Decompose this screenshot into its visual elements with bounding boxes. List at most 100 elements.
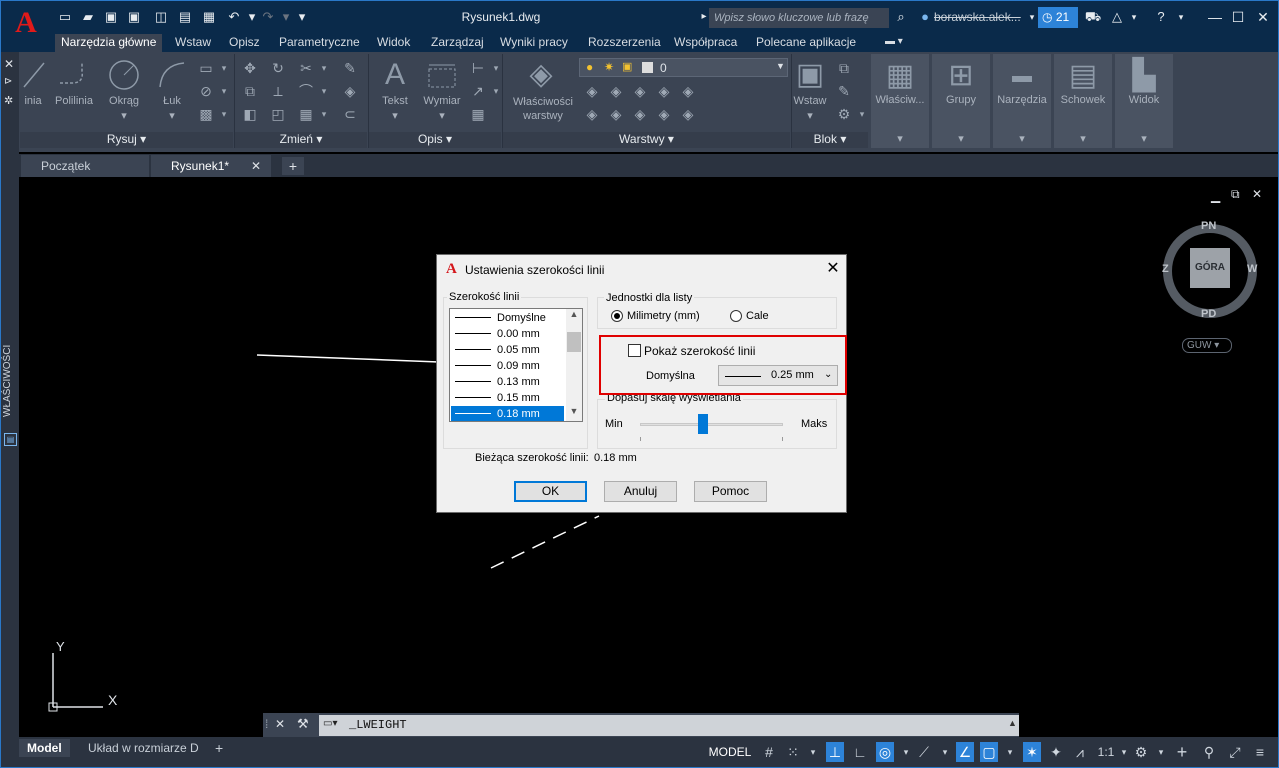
command-settings-icon[interactable]: ⚒: [297, 716, 309, 732]
properties-palette-label[interactable]: WŁAŚCIWOŚCI: [2, 331, 18, 431]
customize-quick-access-icon[interactable]: ▾: [293, 8, 311, 26]
search-input[interactable]: Wpisz słowo kluczowe lub frazę: [709, 8, 889, 28]
maximize-icon[interactable]: ☐: [1228, 7, 1248, 27]
polar-tracking-icon[interactable]: ◎: [876, 742, 894, 762]
tab-start[interactable]: Początek: [21, 155, 149, 177]
tab-opisz[interactable]: Opisz: [223, 34, 266, 52]
radio-inch-label[interactable]: Cale: [746, 310, 769, 322]
move-icon[interactable]: ✥: [241, 59, 259, 77]
cancel-button[interactable]: Anuluj: [604, 481, 677, 502]
list-item[interactable]: 0.13 mm: [451, 374, 564, 390]
text-tool-label[interactable]: Tekst: [375, 95, 415, 107]
line-tool-label[interactable]: inia: [20, 95, 46, 107]
layer-tool-10-icon[interactable]: ◈: [679, 105, 697, 123]
tab-wstaw[interactable]: Wstaw: [169, 34, 217, 52]
dimension-tool-icon[interactable]: [425, 59, 459, 91]
annotation-visibility-icon[interactable]: ✶: [1023, 742, 1041, 762]
help-icon[interactable]: ?: [1152, 8, 1170, 26]
gradient-dropdown-icon[interactable]: ▾: [215, 105, 233, 123]
list-item[interactable]: 0.09 mm: [451, 358, 564, 374]
copy-icon[interactable]: ⧉: [241, 82, 259, 100]
insert-block-icon[interactable]: ▣: [792, 57, 828, 93]
viewport-minimize-icon[interactable]: ▁: [1211, 189, 1220, 203]
scroll-thumb[interactable]: [567, 332, 581, 352]
object-snap-tracking-icon[interactable]: ∠: [956, 742, 974, 762]
leader-icon[interactable]: ↗: [469, 82, 487, 100]
attribute-icon[interactable]: ⚙: [835, 105, 853, 123]
arc-tool-icon[interactable]: [154, 57, 190, 93]
layer-dropdown[interactable]: ● ✷ ▣ 0 ▼: [579, 58, 788, 77]
radio-mm-label[interactable]: Milimetry (mm): [627, 310, 700, 322]
panel-warstwy-label[interactable]: Warstwy ▾: [503, 132, 790, 148]
ribbon-minimize-icon[interactable]: ▬ ▾: [879, 34, 909, 52]
annotation-scale-value[interactable]: 1:1: [1095, 742, 1117, 762]
close-tab-icon[interactable]: ✕: [251, 159, 265, 173]
fillet-icon[interactable]: ⌒: [297, 82, 315, 100]
close-icon[interactable]: ✕: [1253, 7, 1273, 27]
user-icon[interactable]: ●: [916, 8, 934, 26]
panel-zmien-label[interactable]: Zmień ▾: [235, 132, 367, 148]
dialog-close-icon[interactable]: ✕: [823, 259, 843, 279]
viewcube-top-face[interactable]: GÓRA: [1190, 248, 1230, 288]
layer-properties-icon[interactable]: ◈: [523, 57, 559, 93]
ucs-menu[interactable]: GUW ▾: [1182, 338, 1232, 353]
attribute-dropdown-icon[interactable]: ▾: [853, 105, 871, 123]
radio-inch[interactable]: [730, 310, 742, 322]
viewcube-south[interactable]: PD: [1201, 308, 1216, 320]
web-mobile-icon[interactable]: ◫: [152, 8, 170, 26]
command-grip-icon[interactable]: ⁞: [265, 717, 268, 731]
text-dropdown-icon[interactable]: ▾: [390, 109, 400, 122]
workspace-gear-icon[interactable]: ⚙: [1132, 742, 1150, 762]
panel-wlasciwosci-collapsed[interactable]: ▦ Właściw... ▾: [871, 54, 929, 148]
snap-icon[interactable]: ⁙: [784, 742, 802, 762]
dimension-dropdown-icon[interactable]: ▾: [437, 109, 447, 122]
polar-dropdown-icon[interactable]: ▾: [897, 742, 915, 762]
object-snap-dropdown-icon[interactable]: ▾: [1001, 742, 1019, 762]
layer-tool-3-icon[interactable]: ◈: [631, 82, 649, 100]
model-space-toggle[interactable]: MODEL: [707, 742, 753, 762]
scroll-up-icon[interactable]: ▲: [566, 309, 582, 323]
dimension-tool-label[interactable]: Wymiar: [419, 95, 465, 107]
offset-icon[interactable]: ⊂: [341, 105, 359, 123]
layer-tool-2-icon[interactable]: ◈: [607, 82, 625, 100]
panel-schowek-collapsed[interactable]: ▤ Schowek ▾: [1054, 54, 1112, 148]
circle-tool-icon[interactable]: [106, 57, 142, 93]
command-history-icon[interactable]: ▲: [1008, 718, 1017, 728]
scale-dropdown-icon[interactable]: ▾: [1115, 742, 1133, 762]
rectangle-dropdown-icon[interactable]: ▾: [215, 59, 233, 77]
gradient-icon[interactable]: ▩: [197, 105, 215, 123]
command-close-icon[interactable]: ✕: [275, 717, 285, 731]
layer-tool-4-icon[interactable]: ◈: [655, 82, 673, 100]
tab-narzedzia-glowne[interactable]: Narzędzia główne: [55, 34, 163, 52]
rotate-icon[interactable]: ↻: [269, 59, 287, 77]
help-dropdown-icon[interactable]: ▾: [1172, 8, 1190, 26]
layer-tool-9-icon[interactable]: ◈: [655, 105, 673, 123]
isodraft-icon[interactable]: ⟋: [915, 742, 933, 762]
viewport-close-icon[interactable]: ✕: [1252, 187, 1262, 201]
linear-dim-icon[interactable]: ⊢: [469, 59, 487, 77]
polyline-tool-icon[interactable]: [56, 57, 90, 93]
trim-icon[interactable]: ✂: [297, 59, 315, 77]
display-scale-slider[interactable]: [640, 423, 783, 426]
list-item[interactable]: 0.00 mm: [451, 326, 564, 342]
tab-polecane-aplikacje[interactable]: Polecane aplikacje: [750, 34, 862, 52]
radio-mm[interactable]: [611, 310, 623, 322]
arc-tool-label[interactable]: Łuk: [154, 95, 190, 107]
redo-icon[interactable]: ↷: [259, 8, 277, 26]
save-icon[interactable]: ▣: [102, 8, 120, 26]
mirror-icon[interactable]: ⟂: [269, 82, 287, 100]
snap-dropdown-icon[interactable]: ▾: [804, 742, 822, 762]
customization-icon[interactable]: ≡: [1251, 742, 1269, 762]
table-icon[interactable]: ▦: [469, 105, 487, 123]
hatch-dropdown-icon[interactable]: ▾: [215, 82, 233, 100]
list-item[interactable]: 0.05 mm: [451, 342, 564, 358]
layer-tool-6-icon[interactable]: ◈: [583, 105, 601, 123]
circle-tool-label[interactable]: Okrąg: [104, 95, 144, 107]
viewport-restore-icon[interactable]: ⧉: [1231, 187, 1240, 202]
autohide-icon[interactable]: ⊳: [4, 75, 18, 89]
layer-tool-5-icon[interactable]: ◈: [679, 82, 697, 100]
cart-icon[interactable]: ⛟: [1084, 8, 1102, 26]
fullscreen-icon[interactable]: ⤢: [1226, 742, 1244, 762]
workspace-dropdown-icon[interactable]: ▾: [1152, 742, 1170, 762]
explode-icon[interactable]: ◈: [341, 82, 359, 100]
